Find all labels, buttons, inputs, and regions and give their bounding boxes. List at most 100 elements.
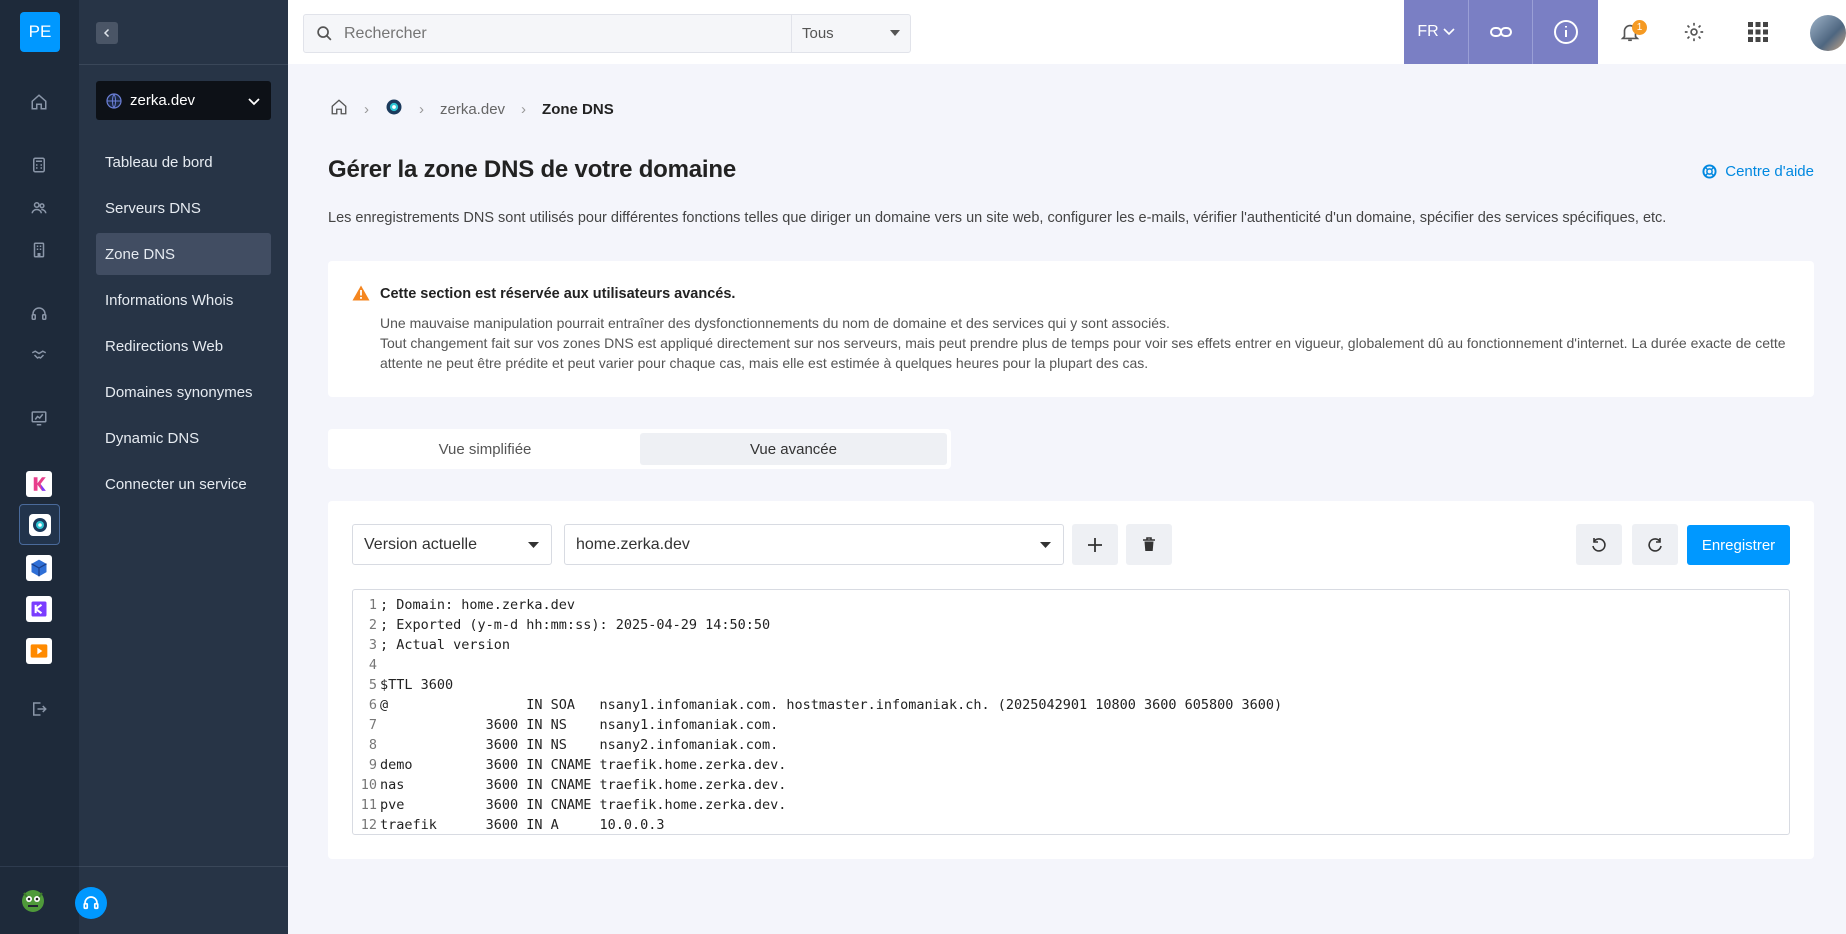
line-text: ; Domain: home.zerka.dev xyxy=(380,597,576,613)
grid-icon xyxy=(1748,22,1768,42)
code-line: 8 3600 IN NS nsany2.infomaniak.com. xyxy=(353,735,1789,755)
add-zone-button[interactable] xyxy=(1072,524,1118,565)
cube-app-icon[interactable] xyxy=(26,555,52,581)
line-number: 3 xyxy=(368,637,377,653)
page-title: Gérer la zone DNS de votre domaine xyxy=(328,156,736,183)
tab-advanced-view[interactable]: Vue avancée xyxy=(640,433,947,465)
caret-down-icon xyxy=(890,30,900,36)
link-button[interactable] xyxy=(1468,0,1532,64)
breadcrumb: › › zerka.dev › Zone DNS xyxy=(330,98,614,120)
settings-button[interactable] xyxy=(1662,0,1726,64)
undo-button[interactable] xyxy=(1576,524,1622,565)
view-toggle: Vue simplifiée Vue avancée xyxy=(328,429,951,469)
info-button[interactable] xyxy=(1532,0,1598,64)
line-text: $TTL 3600 xyxy=(380,677,454,693)
breadcrumb-separator: › xyxy=(419,100,424,118)
home-icon[interactable] xyxy=(27,90,51,114)
line-text: demo 3600 IN CNAME traefik.home.zerka.de… xyxy=(380,757,787,773)
sidebar-item-domain-aliases[interactable]: Domaines synonymes xyxy=(96,371,271,413)
line-text: pve 3600 IN CNAME traefik.home.zerka.dev… xyxy=(380,797,787,813)
code-line: 7 3600 IN NS nsany1.infomaniak.com. xyxy=(353,715,1789,735)
line-number: 11 xyxy=(360,797,377,813)
sidebar-item-dynamic-dns[interactable]: Dynamic DNS xyxy=(96,417,271,459)
line-number: 10 xyxy=(360,777,377,793)
kdrive-app-icon[interactable] xyxy=(26,596,52,622)
support-button[interactable] xyxy=(75,887,107,919)
domain-selector[interactable]: zerka.dev xyxy=(96,81,271,120)
line-number: 6 xyxy=(368,697,377,713)
code-line: 11 pve 3600 IN CNAME traefik.home.zerka.d… xyxy=(353,795,1789,815)
code-line: 6 @ IN SOA nsany1.infomaniak.com. hostmas… xyxy=(353,695,1789,715)
topbar: Tous FR 1 xyxy=(288,0,1846,64)
kchat-app-icon[interactable] xyxy=(26,471,52,497)
search-scope-select[interactable]: Tous xyxy=(791,15,910,52)
building-icon[interactable] xyxy=(27,238,51,262)
collapse-sidebar-button[interactable] xyxy=(96,22,118,44)
line-number: 4 xyxy=(368,657,377,673)
save-button[interactable]: Enregistrer xyxy=(1687,525,1790,565)
line-text: 3600 IN NS nsany2.infomaniak.com. xyxy=(380,737,779,753)
calculator-icon[interactable] xyxy=(27,153,51,177)
line-number: 5 xyxy=(368,677,377,693)
code-line: 12 traefik 3600 IN A 10.0.0.3 xyxy=(353,815,1789,834)
domain-app-icon[interactable] xyxy=(385,98,403,120)
domain-selector-label: zerka.dev xyxy=(130,92,196,109)
code-line: 4 xyxy=(353,655,1789,675)
user-avatar[interactable] xyxy=(1810,15,1846,51)
language-label: FR xyxy=(1417,23,1439,40)
headset-icon[interactable] xyxy=(27,302,51,326)
version-select-value: Version actuelle xyxy=(364,535,477,553)
rail-footer xyxy=(0,866,79,934)
page-description: Les enregistrements DNS sont utilisés po… xyxy=(328,210,1667,226)
zone-file-editor[interactable]: 1; Domain: home.zerka.dev 2; Exported (y… xyxy=(352,589,1790,835)
sidebar-item-dashboard[interactable]: Tableau de bord xyxy=(96,141,271,183)
breadcrumb-domain[interactable]: zerka.dev xyxy=(440,101,505,118)
lifebuoy-icon xyxy=(1702,164,1717,179)
version-select[interactable]: Version actuelle xyxy=(352,524,552,565)
breadcrumb-current: Zone DNS xyxy=(542,100,614,118)
handshake-icon[interactable] xyxy=(27,343,51,367)
redo-button[interactable] xyxy=(1632,524,1678,565)
code-line: 10 nas 3600 IN CNAME traefik.home.zerka.d… xyxy=(353,775,1789,795)
sidebar: zerka.dev Tableau de bord Serveurs DNS Z… xyxy=(75,0,288,934)
line-text xyxy=(379,655,380,675)
sidebar-item-dns-zone[interactable]: Zone DNS xyxy=(96,233,271,275)
help-center-link[interactable]: Centre d'aide xyxy=(1702,163,1814,180)
tab-simple-view[interactable]: Vue simplifiée xyxy=(332,433,638,465)
sidebar-item-dns-servers[interactable]: Serveurs DNS xyxy=(96,187,271,229)
warning-line-1: Une mauvaise manipulation pourrait entra… xyxy=(380,315,1170,331)
apps-grid-button[interactable] xyxy=(1726,0,1790,64)
caret-down-icon xyxy=(528,542,539,548)
advanced-users-warning: Cette section est réservée aux utilisate… xyxy=(328,261,1814,397)
media-app-icon[interactable] xyxy=(26,638,52,664)
line-number: 7 xyxy=(368,717,377,733)
chevron-down-icon xyxy=(248,97,260,105)
globe-icon xyxy=(106,92,122,109)
line-text: nas 3600 IN CNAME traefik.home.zerka.dev… xyxy=(380,777,787,793)
line-number: 1 xyxy=(368,597,377,613)
account-logo[interactable]: PE xyxy=(20,12,60,52)
delete-zone-button[interactable] xyxy=(1126,524,1172,565)
sidebar-item-web-redirects[interactable]: Redirections Web xyxy=(96,325,271,367)
help-center-label: Centre d'aide xyxy=(1725,163,1814,180)
line-text: 3600 IN NS nsany1.infomaniak.com. xyxy=(380,717,779,733)
logout-icon[interactable] xyxy=(27,697,51,721)
zone-select[interactable]: home.zerka.dev xyxy=(564,524,1064,565)
home-icon[interactable] xyxy=(330,98,348,120)
app-rail: PE xyxy=(0,0,79,934)
language-selector[interactable]: FR xyxy=(1404,0,1468,64)
notifications-button[interactable]: 1 xyxy=(1598,0,1662,64)
users-icon[interactable] xyxy=(27,196,51,220)
domain-app-icon[interactable] xyxy=(19,504,60,545)
info-icon xyxy=(1553,20,1578,44)
dashboard-icon[interactable] xyxy=(27,406,51,430)
plus-icon xyxy=(1088,537,1102,552)
code-line: 3; Actual version xyxy=(353,635,1789,655)
sidebar-item-whois[interactable]: Informations Whois xyxy=(96,279,271,321)
line-number: 2 xyxy=(368,617,377,633)
sidebar-item-connect-service[interactable]: Connecter un service xyxy=(96,463,271,505)
warning-icon xyxy=(352,285,370,306)
line-number: 12 xyxy=(360,817,377,833)
search-input[interactable] xyxy=(344,24,844,43)
mascot-icon[interactable] xyxy=(18,885,48,915)
